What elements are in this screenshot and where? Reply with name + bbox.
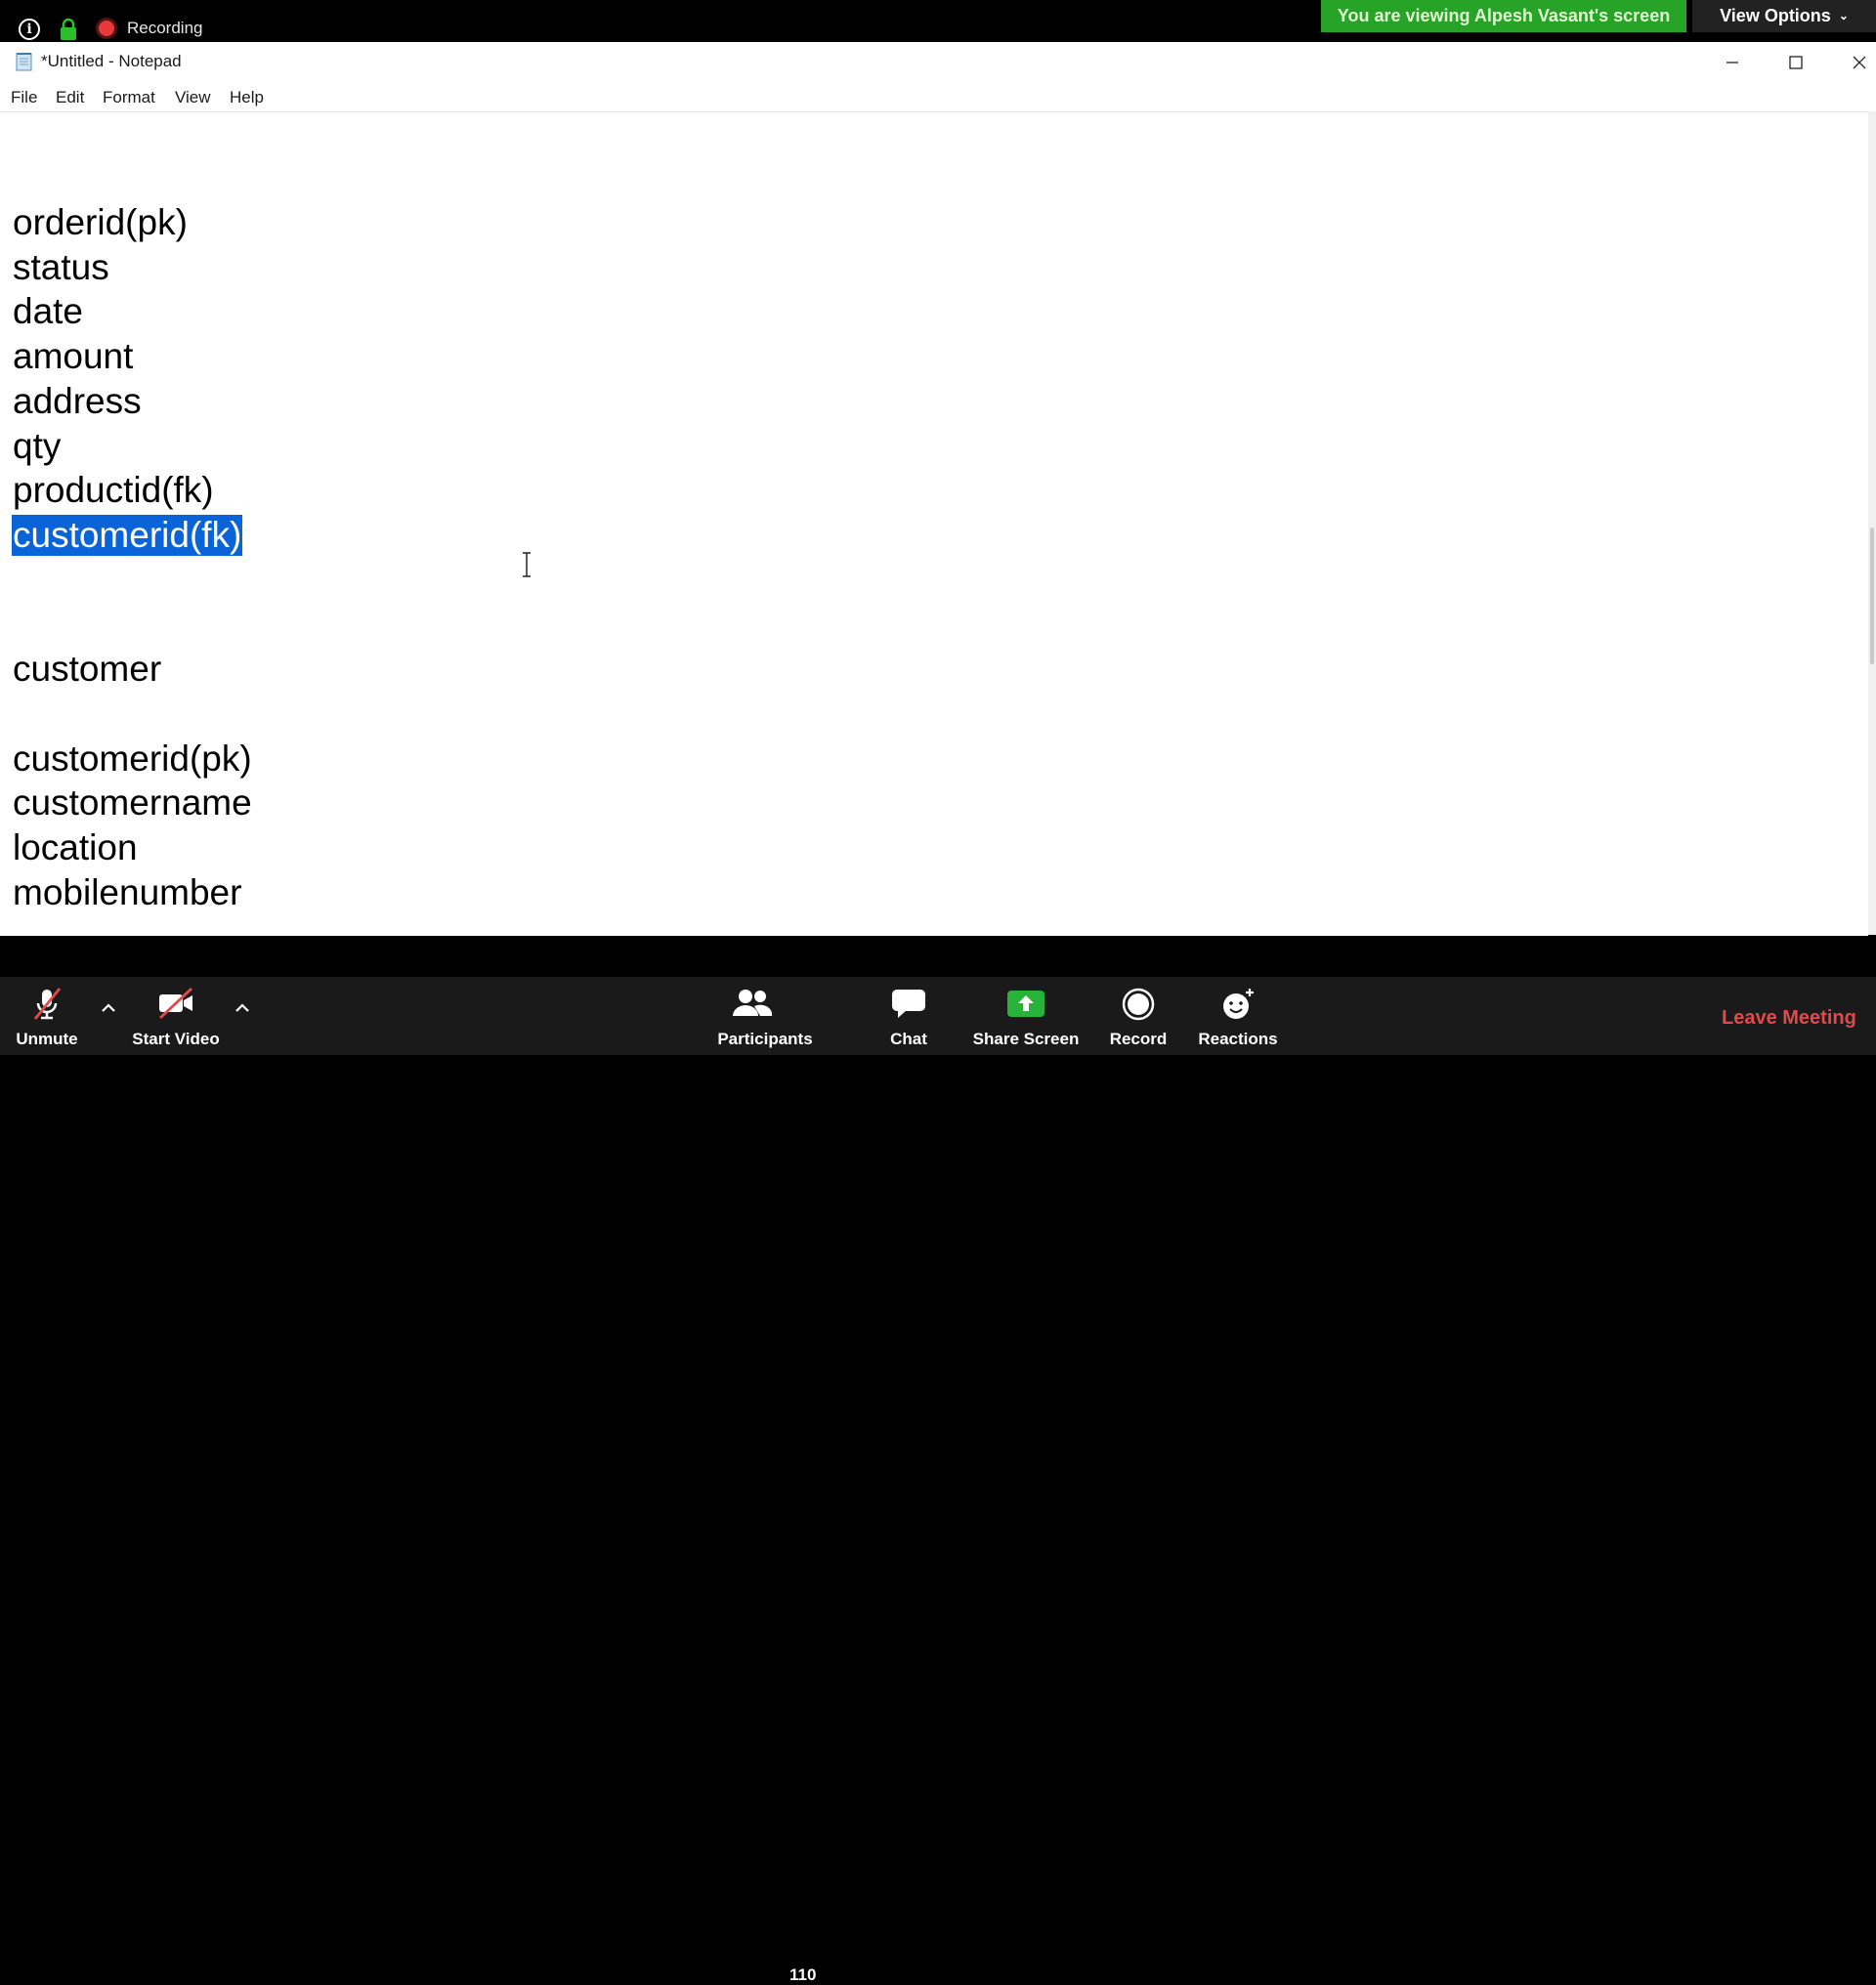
- text-line: address: [13, 381, 142, 421]
- start-video-label: Start Video: [132, 1030, 220, 1048]
- menu-help[interactable]: Help: [230, 88, 264, 107]
- maximize-icon: [1789, 55, 1803, 69]
- lock-icon[interactable]: [60, 18, 77, 41]
- record-icon: [1122, 988, 1155, 1021]
- chat-label: Chat: [890, 1030, 927, 1048]
- reactions-label: Reactions: [1198, 1030, 1278, 1048]
- reactions-button[interactable]: Reactions: [1194, 977, 1282, 1055]
- participants-count: 110: [789, 1965, 817, 1984]
- text-line: orderid(pk): [13, 202, 188, 242]
- chevron-down-icon: ⌄: [1838, 9, 1849, 22]
- start-video-button[interactable]: Start Video: [127, 977, 225, 1055]
- view-options-label: View Options: [1720, 6, 1831, 25]
- notepad-app-icon: [16, 53, 32, 71]
- close-button[interactable]: [1828, 42, 1876, 82]
- participants-button[interactable]: Participants: [711, 977, 819, 1055]
- share-screen-icon: [1007, 991, 1045, 1017]
- text-line: customername: [13, 782, 252, 823]
- share-screen-label: Share Screen: [972, 1030, 1080, 1048]
- menu-bar: [0, 82, 1876, 111]
- window-title: *Untitled - Notepad: [41, 52, 182, 70]
- text-line: date: [13, 291, 84, 331]
- minimize-button[interactable]: [1701, 42, 1764, 82]
- text-cursor-icon: [523, 552, 531, 577]
- text-line: productid(fk): [13, 470, 214, 510]
- text-line: customer: [13, 649, 162, 689]
- muted-microphone-icon: [33, 988, 62, 1020]
- menu-format[interactable]: Format: [103, 88, 155, 107]
- participants-label: Participants: [717, 1030, 813, 1048]
- vertical-scrollbar[interactable]: [1868, 111, 1876, 935]
- notepad-window: *Untitled - Notepad File Edit Format Vie…: [0, 42, 1876, 936]
- scrollbar-thumb[interactable]: [1870, 528, 1874, 664]
- unmute-button[interactable]: Unmute: [8, 977, 86, 1055]
- recording-label: Recording: [127, 19, 203, 37]
- leave-meeting-button[interactable]: Leave Meeting: [1722, 1007, 1856, 1030]
- text-line: qty: [13, 426, 62, 466]
- record-button[interactable]: Record: [1099, 977, 1177, 1055]
- info-icon[interactable]: i: [19, 19, 40, 40]
- menu-view[interactable]: View: [175, 88, 211, 107]
- share-screen-button[interactable]: Share Screen: [967, 977, 1085, 1055]
- participants-icon: [732, 990, 772, 1016]
- minimize-icon: [1727, 61, 1738, 63]
- close-icon: [1853, 56, 1866, 68]
- zoom-toolbar: Unmute Start Video Participants 110 Chat: [0, 977, 1876, 1984]
- zoom-top-bar: i Recording You are viewing Alpesh Vasan…: [0, 0, 1876, 42]
- text-line: amount: [13, 336, 134, 376]
- viewing-screen-banner: You are viewing Alpesh Vasant's screen: [1321, 0, 1686, 32]
- text-editor-area[interactable]: orderid(pk) status date amount address q…: [0, 111, 1868, 936]
- video-off-icon: [159, 987, 192, 1020]
- menu-file[interactable]: File: [11, 88, 37, 107]
- view-options-button[interactable]: View Options ⌄: [1692, 0, 1876, 32]
- video-options-chevron-icon[interactable]: [233, 998, 252, 1018]
- text-line: status: [13, 247, 109, 287]
- notepad-titlebar: *Untitled - Notepad: [0, 42, 1876, 82]
- text-line: mobilenumber: [13, 872, 242, 912]
- menu-edit[interactable]: Edit: [56, 88, 84, 107]
- chat-button[interactable]: Chat: [870, 977, 948, 1055]
- reactions-icon: [1223, 989, 1254, 1019]
- maximize-button[interactable]: [1765, 42, 1827, 82]
- selected-text-line: customerid(fk): [12, 515, 243, 556]
- unmute-label: Unmute: [16, 1030, 78, 1048]
- record-label: Record: [1109, 1030, 1168, 1048]
- recording-icon: [99, 21, 114, 36]
- audio-options-chevron-icon[interactable]: [99, 998, 118, 1018]
- chat-icon: [892, 990, 925, 1018]
- text-line: location: [13, 827, 138, 867]
- text-line: customerid(pk): [13, 739, 252, 779]
